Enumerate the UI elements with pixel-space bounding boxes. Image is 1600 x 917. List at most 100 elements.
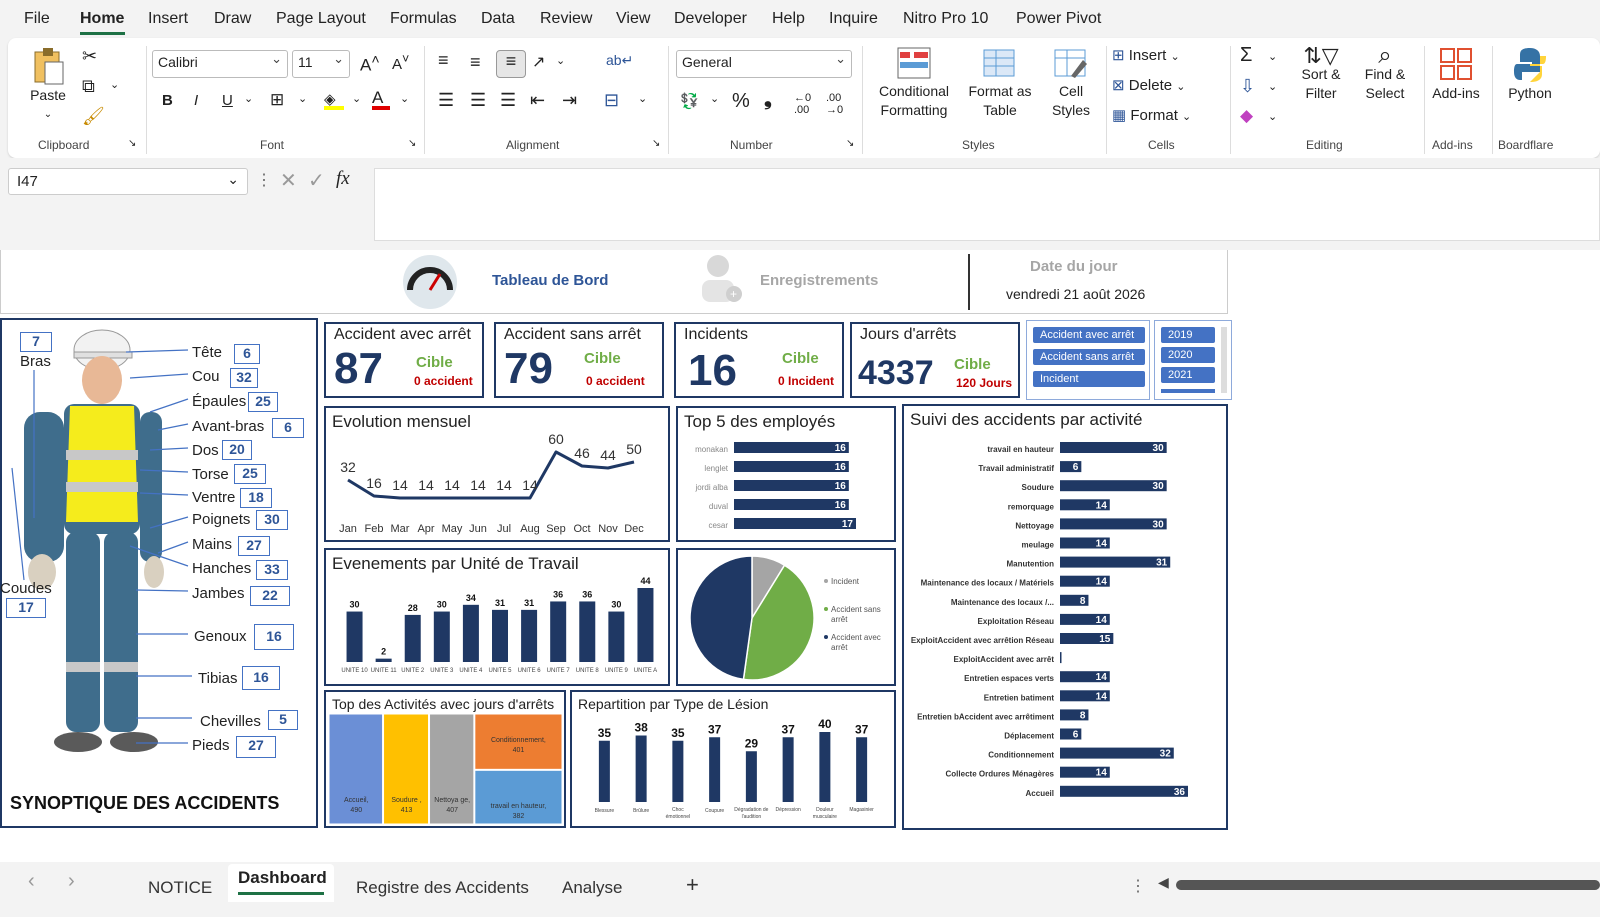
align-right-icon[interactable]: ☰ bbox=[500, 90, 516, 111]
paste-button[interactable]: Paste ⌄ bbox=[26, 46, 70, 124]
chevron-down-icon[interactable]: ⌄ bbox=[244, 92, 253, 105]
delete-cells-button[interactable]: ⊠ Delete ⌄ bbox=[1112, 76, 1222, 102]
chevron-down-icon[interactable]: ⌄ bbox=[1268, 50, 1277, 63]
menu-formulas[interactable]: Formulas bbox=[390, 10, 457, 28]
cancel-icon[interactable]: ✕ bbox=[280, 168, 297, 193]
menu-file[interactable]: File bbox=[24, 10, 50, 28]
font-name-dropdown[interactable]: Calibri bbox=[152, 50, 288, 78]
align-middle-icon[interactable]: ≡ bbox=[470, 52, 481, 73]
increase-font-icon[interactable]: A˄ bbox=[360, 52, 380, 76]
chevron-down-icon[interactable]: ⌄ bbox=[110, 78, 119, 91]
menu-review[interactable]: Review bbox=[540, 10, 592, 28]
menu-nitro[interactable]: Nitro Pro 10 bbox=[903, 10, 988, 28]
font-color-icon[interactable]: A bbox=[372, 88, 394, 112]
dashboard-link[interactable]: Tableau de Bord bbox=[492, 272, 608, 289]
autosum-icon[interactable]: Σ bbox=[1240, 44, 1252, 67]
menu-inquire[interactable]: Inquire bbox=[829, 10, 878, 28]
decrease-font-icon[interactable]: A˅ bbox=[392, 52, 409, 73]
format-as-table-button[interactable]: Format as Table bbox=[962, 46, 1038, 120]
tab-notice[interactable]: NOTICE bbox=[148, 878, 212, 898]
fill-color-icon[interactable]: ◈ bbox=[324, 90, 346, 112]
accounting-format-icon[interactable]: 💱 bbox=[680, 92, 699, 110]
clear-icon[interactable]: ◆ bbox=[1240, 106, 1253, 126]
chevron-down-icon[interactable]: ⌄ bbox=[1268, 80, 1277, 93]
menu-draw[interactable]: Draw bbox=[214, 10, 251, 28]
slicer-avec-arret[interactable]: Accident avec arrêt bbox=[1033, 327, 1145, 343]
chevron-down-icon[interactable]: ⌄ bbox=[400, 92, 409, 105]
italic-icon[interactable]: I bbox=[194, 92, 198, 109]
formula-input[interactable] bbox=[374, 168, 1600, 241]
comma-style-icon[interactable]: ❟ bbox=[764, 88, 772, 111]
tab-registre[interactable]: Registre des Accidents bbox=[356, 878, 529, 898]
copy-icon[interactable]: ⧉ bbox=[82, 76, 95, 97]
find-select-button[interactable]: ⌕ Find & Select bbox=[1354, 44, 1416, 103]
scroll-left-icon[interactable]: ‹ bbox=[28, 870, 35, 893]
bold-icon[interactable]: B bbox=[162, 92, 173, 109]
align-top-icon[interactable]: ≡ bbox=[438, 50, 449, 71]
menu-home[interactable]: Home bbox=[80, 10, 124, 28]
tete-value: 6 bbox=[234, 344, 260, 364]
slicer-2021[interactable]: 2021 bbox=[1161, 367, 1215, 383]
chevron-down-icon[interactable]: ⌄ bbox=[298, 92, 307, 105]
borders-icon[interactable]: ⊞ bbox=[270, 90, 284, 110]
slicer-sans-arret[interactable]: Accident sans arrêt bbox=[1033, 349, 1145, 365]
tibias-label: Tibias bbox=[198, 670, 238, 687]
tab-dashboard[interactable]: Dashboard bbox=[238, 868, 327, 888]
chevron-down-icon[interactable]: ⌄ bbox=[710, 92, 719, 105]
align-left-icon[interactable]: ☰ bbox=[438, 90, 454, 111]
format-cells-button[interactable]: ▦ Format ⌄ bbox=[1112, 106, 1222, 132]
percent-icon[interactable]: % bbox=[732, 90, 750, 113]
cut-icon[interactable]: ✂ bbox=[82, 46, 97, 67]
sort-filter-button[interactable]: ⇅▽ Sort & Filter bbox=[1292, 45, 1350, 103]
more-options-icon[interactable]: ⋮ bbox=[256, 170, 272, 190]
insert-cells-button[interactable]: ⊞ Insert ⌄ bbox=[1112, 46, 1222, 72]
dialog-launcher-icon[interactable]: ↘ bbox=[128, 138, 136, 149]
wrap-text-icon[interactable]: ab↵ bbox=[606, 52, 633, 69]
chevron-down-icon[interactable]: ⌄ bbox=[1268, 110, 1277, 123]
slicer-scrollbar[interactable] bbox=[1221, 327, 1227, 393]
horizontal-scrollbar[interactable] bbox=[1176, 880, 1600, 890]
menu-data[interactable]: Data bbox=[481, 10, 515, 28]
underline-icon[interactable]: U bbox=[222, 92, 233, 109]
dialog-launcher-icon[interactable]: ↘ bbox=[652, 138, 660, 149]
chevron-down-icon[interactable]: ⌄ bbox=[638, 92, 647, 105]
menu-help[interactable]: Help bbox=[772, 10, 805, 28]
font-size-dropdown[interactable]: 11 bbox=[292, 50, 350, 78]
tab-analyse[interactable]: Analyse bbox=[562, 878, 622, 898]
cell-styles-button[interactable]: Cell Styles bbox=[1042, 46, 1100, 120]
insert-function-icon[interactable]: fx bbox=[336, 168, 350, 190]
align-bottom-icon[interactable]: ≡ bbox=[496, 50, 526, 78]
increase-indent-icon[interactable]: ⇥ bbox=[562, 90, 577, 111]
scroll-right-icon[interactable]: › bbox=[68, 870, 75, 893]
decrease-indent-icon[interactable]: ⇤ bbox=[530, 90, 545, 111]
menu-power-pivot[interactable]: Power Pivot bbox=[1016, 10, 1101, 28]
menu-page-layout[interactable]: Page Layout bbox=[276, 10, 366, 28]
fill-icon[interactable]: ⇩ bbox=[1240, 76, 1255, 97]
format-painter-icon[interactable]: 🖌 bbox=[82, 106, 105, 127]
chevron-down-icon[interactable]: ⌄ bbox=[352, 92, 361, 105]
add-sheet-button[interactable]: + bbox=[686, 872, 699, 898]
merge-center-icon[interactable]: ⊟ bbox=[604, 90, 619, 111]
records-link[interactable]: Enregistrements bbox=[760, 272, 878, 289]
slicer-2020[interactable]: 2020 bbox=[1161, 347, 1215, 363]
python-button[interactable]: Python bbox=[1502, 46, 1558, 103]
number-format-dropdown[interactable]: General bbox=[676, 50, 852, 78]
enter-icon[interactable]: ✓ bbox=[308, 168, 325, 193]
menu-view[interactable]: View bbox=[616, 10, 650, 28]
align-center-icon[interactable]: ☰ bbox=[470, 90, 486, 111]
orientation-icon[interactable]: ↗ bbox=[532, 52, 545, 72]
conditional-formatting-button[interactable]: Conditional Formatting bbox=[870, 46, 958, 120]
more-options-icon[interactable]: ⋮ bbox=[1130, 876, 1146, 896]
dialog-launcher-icon[interactable]: ↘ bbox=[408, 138, 416, 149]
dialog-launcher-icon[interactable]: ↘ bbox=[846, 138, 854, 149]
menu-insert[interactable]: Insert bbox=[148, 10, 188, 28]
decrease-decimal-icon[interactable]: .00 →0 bbox=[826, 92, 843, 116]
chevron-down-icon[interactable]: ⌄ bbox=[556, 54, 565, 67]
slicer-2019[interactable]: 2019 bbox=[1161, 327, 1215, 343]
menu-developer[interactable]: Developer bbox=[674, 10, 747, 28]
scroll-left-icon[interactable]: ◀ bbox=[1158, 874, 1169, 891]
name-box[interactable]: I47 ⌄ bbox=[8, 168, 248, 195]
add-ins-button[interactable]: Add-ins bbox=[1428, 46, 1484, 103]
increase-decimal-icon[interactable]: ←0.00 bbox=[794, 92, 811, 116]
slicer-incident[interactable]: Incident bbox=[1033, 371, 1145, 387]
